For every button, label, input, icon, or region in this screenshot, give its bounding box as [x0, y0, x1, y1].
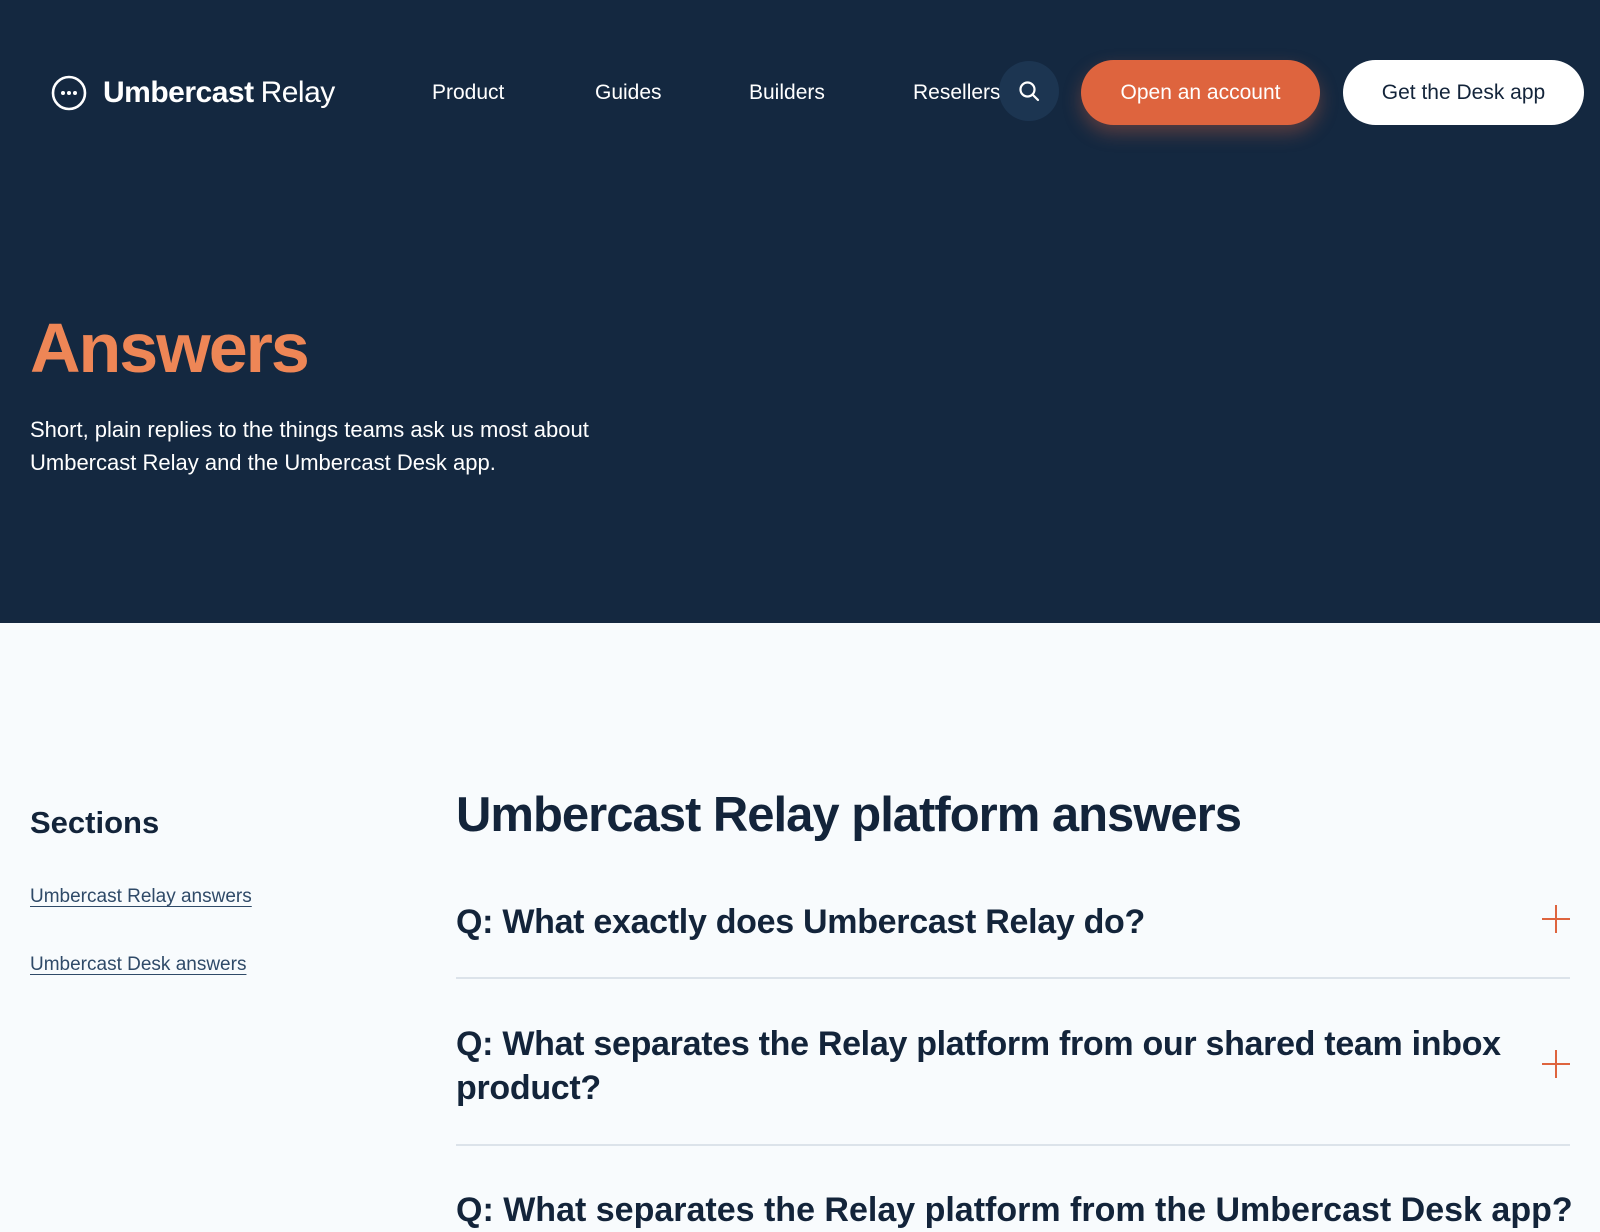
open-account-button[interactable]: Open an account: [1081, 60, 1320, 125]
search-button[interactable]: [999, 61, 1059, 121]
get-desk-app-button[interactable]: Get the Desk app: [1343, 60, 1584, 125]
search-icon: [1019, 81, 1040, 102]
sidebar-link-relay-answers[interactable]: Umbercast Relay answers: [30, 886, 252, 908]
faq-item[interactable]: Q: What exactly does Umbercast Relay do?: [456, 880, 1570, 979]
ellipsis-circle-icon: [51, 75, 87, 111]
brand-name-bold: Umbercast: [103, 76, 254, 109]
hero-section: Umbercast Relay Product Guides Builders R…: [0, 0, 1600, 623]
brand-logo[interactable]: Umbercast Relay: [51, 75, 335, 111]
faq-item[interactable]: Q: What separates the Relay platform fro…: [456, 1010, 1570, 1146]
nav-resellers[interactable]: Resellers: [913, 81, 1001, 105]
faq-question[interactable]: Q: What separates the Relay platform fro…: [456, 1188, 1573, 1232]
faq-question: Q: What exactly does Umbercast Relay do?: [456, 903, 1145, 941]
plus-icon[interactable]: [1542, 905, 1570, 933]
nav-guides[interactable]: Guides: [595, 81, 662, 105]
hero-description: Short, plain replies to the things teams…: [30, 417, 589, 475]
plus-icon[interactable]: [1542, 1050, 1570, 1078]
sidebar-link-desk-answers[interactable]: Umbercast Desk answers: [30, 954, 246, 976]
nav-product[interactable]: Product: [432, 81, 504, 105]
nav-builders[interactable]: Builders: [749, 81, 825, 105]
brand-name: Umbercast Relay: [103, 76, 335, 110]
brand-name-light: Relay: [260, 76, 336, 109]
section-title: Umbercast Relay platform answers: [456, 788, 1242, 842]
page-title: Answers: [30, 309, 310, 387]
faq-question: Q: What separates the Relay platform fro…: [456, 1025, 1501, 1107]
sidebar-title: Sections: [30, 805, 160, 840]
